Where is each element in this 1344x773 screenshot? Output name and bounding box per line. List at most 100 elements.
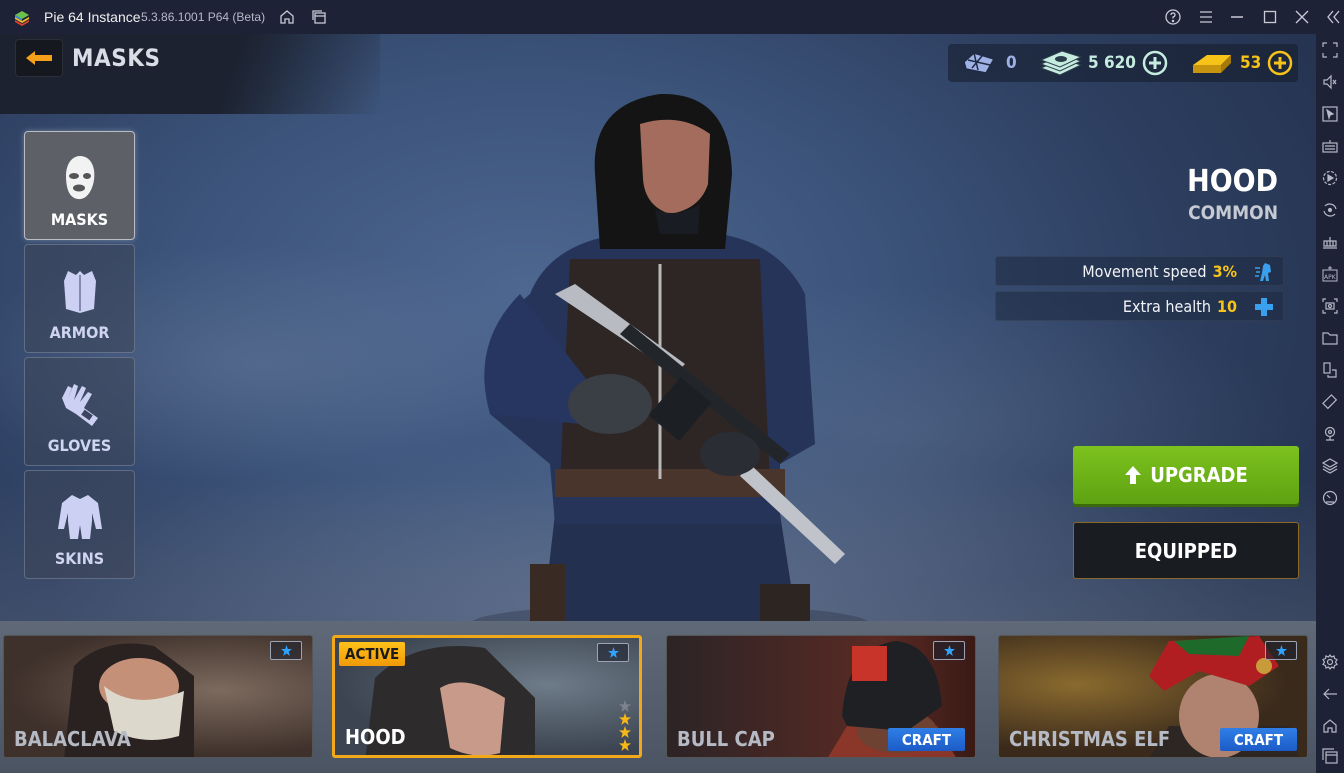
page-title: MASKS: [72, 44, 161, 72]
upgrade-label: UPGRADE: [1150, 463, 1248, 487]
tickets-icon: [963, 52, 996, 74]
app-logo-icon: [12, 7, 32, 27]
svg-text:APK: APK: [1324, 274, 1337, 281]
rotate-icon[interactable]: [1322, 394, 1338, 410]
mask-icon: [65, 156, 94, 200]
maximize-icon[interactable]: [1261, 8, 1279, 26]
settings-icon[interactable]: [1322, 654, 1338, 670]
cash-stack-icon: [1039, 50, 1083, 76]
folder-icon[interactable]: [1322, 330, 1338, 346]
star-empty-icon: [619, 700, 631, 712]
item-card-christmas-elf[interactable]: CRAFT CHRISTMAS ELF: [998, 635, 1308, 758]
stat-extra-health: Extra health 10: [995, 291, 1284, 321]
arrow-up-icon: [1125, 466, 1142, 484]
item-card-hood[interactable]: ACTIVE HOOD: [332, 635, 642, 758]
star-filled-icon: [619, 739, 631, 751]
layers-icon[interactable]: [1321, 458, 1339, 474]
favorite-button[interactable]: [1265, 641, 1297, 660]
currency-bar: 0 5 620 53: [948, 44, 1298, 82]
fullscreen-icon[interactable]: [1322, 42, 1338, 58]
category-armor[interactable]: ARMOR: [24, 244, 135, 353]
star-icon: [943, 645, 955, 656]
category-skins[interactable]: SKINS: [24, 470, 135, 579]
category-masks[interactable]: MASKS: [24, 131, 135, 240]
card-name: CHRISTMAS ELF: [1009, 727, 1171, 751]
build-icon[interactable]: [1322, 234, 1338, 250]
stat-value: 10: [1216, 296, 1237, 316]
upgrade-stars: [619, 700, 631, 751]
performance-icon[interactable]: [1322, 490, 1338, 506]
tickets-counter: 0: [960, 44, 1017, 82]
upgrade-button[interactable]: UPGRADE: [1073, 446, 1299, 504]
menu-icon[interactable]: [1197, 8, 1215, 26]
gold-value: 53: [1240, 53, 1262, 73]
craft-button[interactable]: CRAFT: [888, 728, 965, 751]
gold-bar-icon: [1193, 55, 1231, 73]
multi-instance-icon[interactable]: [310, 8, 328, 26]
add-gold-button[interactable]: [1267, 50, 1293, 76]
help-icon[interactable]: [1164, 8, 1182, 26]
screenshot-icon[interactable]: [1322, 298, 1338, 314]
active-badge: ACTIVE: [339, 642, 406, 666]
location-icon[interactable]: [1322, 426, 1338, 442]
emulator-sidebar: APK: [1316, 34, 1344, 773]
cash-value: 5 620: [1088, 53, 1136, 73]
game-viewport[interactable]: MASKS 0 5 620 53 MASKS ARMOR GLOVES SKIN…: [0, 34, 1316, 773]
arrow-left-icon: [26, 51, 52, 65]
equipped-label: EQUIPPED: [1134, 538, 1238, 563]
vest-icon: [63, 271, 96, 313]
craft-button[interactable]: CRAFT: [1220, 728, 1297, 751]
stat-value: 3%: [1212, 261, 1237, 281]
category-label: ARMOR: [49, 323, 110, 342]
item-name: HOOD: [1187, 164, 1278, 199]
item-rarity: COMMON: [1188, 202, 1278, 224]
stat-movement-speed: Movement speed 3%: [995, 256, 1284, 286]
volume-mute-icon[interactable]: [1322, 74, 1338, 90]
stat-label: Extra health: [1122, 296, 1211, 316]
category-label: GLOVES: [47, 436, 112, 455]
rotate-sync-icon[interactable]: [1322, 202, 1338, 218]
star-filled-icon: [619, 713, 631, 725]
favorite-button[interactable]: [933, 641, 965, 660]
item-card-balaclava[interactable]: BALACLAVA: [3, 635, 313, 758]
cash-counter: 5 620: [1038, 44, 1168, 82]
apk-install-icon[interactable]: APK: [1322, 266, 1338, 282]
back-icon[interactable]: [1322, 686, 1338, 702]
category-gloves[interactable]: GLOVES: [24, 357, 135, 466]
card-name: BALACLAVA: [14, 727, 131, 751]
star-filled-icon: [619, 726, 631, 738]
home-icon[interactable]: [1322, 718, 1338, 734]
tickets-value: 0: [1006, 53, 1017, 73]
running-icon: [1255, 263, 1271, 281]
item-card-bull-cap[interactable]: CRAFT BULL CAP: [666, 635, 976, 758]
gold-counter: 53: [1190, 44, 1293, 82]
suit-icon: [57, 495, 102, 539]
character-model[interactable]: [460, 84, 880, 644]
star-icon: [1275, 645, 1287, 656]
window-titlebar: Pie 64 Instance 5.3.86.1001 P64 (Beta): [0, 0, 1344, 34]
favorite-button[interactable]: [597, 643, 629, 662]
health-plus-icon: [1255, 298, 1273, 316]
card-name: HOOD: [345, 725, 406, 749]
recent-apps-icon[interactable]: [1322, 748, 1338, 764]
favorite-button[interactable]: [270, 641, 302, 660]
star-icon: [280, 645, 292, 656]
category-label: MASKS: [50, 210, 109, 229]
close-icon[interactable]: [1293, 8, 1311, 26]
pointer-icon[interactable]: [1322, 106, 1338, 122]
collapse-sidebar-icon[interactable]: [1324, 8, 1342, 26]
multi-window-icon[interactable]: [1322, 362, 1338, 378]
equipped-button[interactable]: EQUIPPED: [1073, 522, 1299, 579]
app-title: Pie 64 Instance: [44, 9, 141, 25]
home-icon[interactable]: [278, 8, 296, 26]
glove-icon: [61, 384, 98, 426]
macro-record-icon[interactable]: [1322, 170, 1338, 186]
minimize-icon[interactable]: [1228, 8, 1246, 26]
keyboard-icon[interactable]: [1322, 138, 1338, 154]
app-version: 5.3.86.1001 P64 (Beta): [141, 10, 266, 24]
star-icon: [607, 647, 619, 658]
card-name: BULL CAP: [677, 727, 775, 751]
back-button[interactable]: [15, 39, 63, 77]
add-cash-button[interactable]: [1142, 50, 1168, 76]
stat-label: Movement speed: [1082, 261, 1207, 281]
